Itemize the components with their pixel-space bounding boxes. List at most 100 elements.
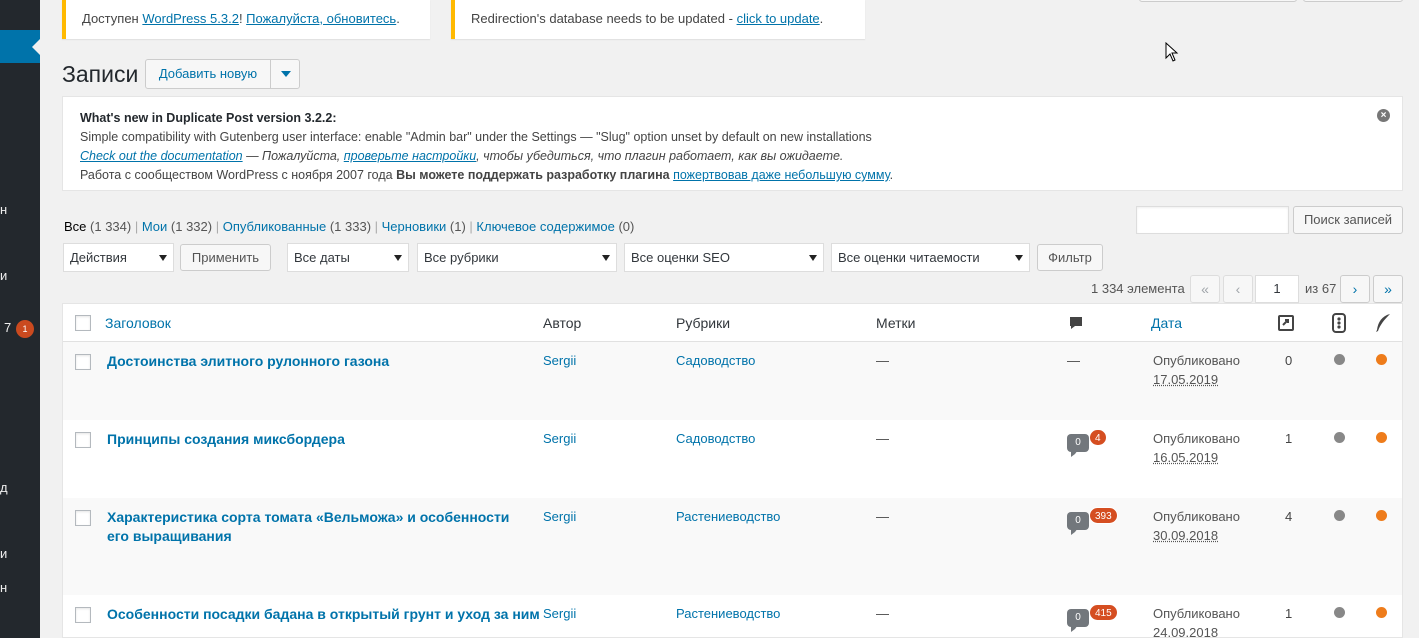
post-author-link[interactable]: Sergii xyxy=(543,509,576,524)
seo-score-dot xyxy=(1334,510,1345,521)
view-mine[interactable]: Мои xyxy=(142,219,167,234)
last-page-button[interactable]: » xyxy=(1373,275,1403,303)
current-page-input[interactable]: 1 xyxy=(1255,275,1299,303)
readability-score-dot xyxy=(1376,354,1387,365)
post-title-link[interactable]: Характеристика сорта томата «Вельможа» и… xyxy=(107,508,527,546)
bulk-actions-select[interactable]: Действия xyxy=(63,243,174,272)
sidebar-label-fragment[interactable]: н xyxy=(0,202,7,217)
post-tags: — xyxy=(876,509,889,524)
dates-filter-select[interactable]: Все даты xyxy=(287,243,409,272)
add-new-button[interactable]: Добавить новую xyxy=(145,59,271,89)
post-author-link[interactable]: Sergii xyxy=(543,431,576,446)
next-page-button[interactable]: › xyxy=(1340,275,1370,303)
filter-button[interactable]: Фильтр xyxy=(1037,244,1103,271)
notice-text: . xyxy=(396,11,400,26)
post-status-views: Все (1 334) | Мои (1 332) | Опубликованн… xyxy=(64,219,635,234)
row-checkbox[interactable] xyxy=(75,432,91,448)
post-author-link[interactable]: Sergii xyxy=(543,353,576,368)
post-status: Опубликовано xyxy=(1153,606,1240,621)
readability-score-dot xyxy=(1376,432,1387,443)
page-title: Записи xyxy=(62,61,139,87)
post-title-link[interactable]: Особенности посадки бадана в открытый гр… xyxy=(107,605,547,624)
comments-column-icon[interactable] xyxy=(1068,315,1084,334)
table-row: Принципы создания миксбордера Sergii Сад… xyxy=(63,420,1402,498)
sidebar-label-fragment[interactable]: д xyxy=(0,480,8,495)
posts-table: Заголовок Автор Рубрики Метки Дата Досто… xyxy=(62,303,1403,638)
post-category-link[interactable]: Растениеводство xyxy=(676,606,780,621)
prev-page-button: ‹ xyxy=(1223,275,1253,303)
redirection-update-link[interactable]: click to update xyxy=(737,11,820,26)
view-published[interactable]: Опубликованные xyxy=(223,219,327,234)
comment-count-bubble[interactable]: 0 xyxy=(1067,434,1089,457)
sidebar-label-fragment[interactable]: н xyxy=(0,580,7,595)
view-count: (1) xyxy=(446,219,466,234)
search-input[interactable] xyxy=(1136,206,1289,234)
post-status: Опубликовано xyxy=(1153,431,1240,446)
pending-comments-badge[interactable]: 4 xyxy=(1089,429,1107,446)
readability-filter-select[interactable]: Все оценки читаемости xyxy=(831,243,1030,272)
post-date-value: 16.05.2019 xyxy=(1153,450,1219,465)
notice-text: Доступен xyxy=(82,11,143,26)
donate-link[interactable]: пожертвовав даже небольшую сумму xyxy=(673,168,890,182)
view-count: (1 332) xyxy=(167,219,213,234)
post-category-link[interactable]: Растениеводство xyxy=(676,509,780,524)
notice-text: . xyxy=(819,11,824,26)
post-date-value: 30.09.2018 xyxy=(1153,528,1219,543)
add-new-dropdown-toggle[interactable] xyxy=(270,59,300,89)
wp-version-link[interactable]: WordPress 5.3.2 xyxy=(142,11,239,26)
post-category-link[interactable]: Садоводство xyxy=(676,353,755,368)
settings-link[interactable]: проверьте настройки xyxy=(344,149,476,163)
notice-text: Redirection's database needs to be updat… xyxy=(471,11,737,26)
post-status: Опубликовано xyxy=(1153,353,1240,368)
links-column-icon xyxy=(1276,313,1296,336)
items-count: 1 334 элемента xyxy=(1091,281,1185,296)
post-title-link[interactable]: Принципы создания миксбордера xyxy=(107,430,527,449)
row-checkbox[interactable] xyxy=(75,607,91,623)
comment-count-bubble[interactable]: 0 xyxy=(1067,512,1089,535)
readability-column-icon xyxy=(1374,313,1392,336)
sidebar-item-posts[interactable] xyxy=(0,30,40,63)
comment-count-bubble[interactable]: 0 xyxy=(1067,609,1089,632)
seo-filter-select[interactable]: Все оценки SEO xyxy=(624,243,824,272)
redirection-notice: Redirection's database needs to be updat… xyxy=(451,0,865,39)
apply-button[interactable]: Применить xyxy=(180,244,271,271)
wp-update-link[interactable]: Пожалуйста, обновитесь xyxy=(246,11,396,26)
post-category-link[interactable]: Садоводство xyxy=(676,431,755,446)
post-author-link[interactable]: Sergii xyxy=(543,606,576,621)
sidebar-label-fragment[interactable]: и xyxy=(0,546,7,561)
view-cornerstone[interactable]: Ключевое содержимое xyxy=(476,219,614,234)
row-checkbox[interactable] xyxy=(75,354,91,370)
sidebar-label-fragment[interactable]: 7 xyxy=(4,320,11,335)
post-links-count: 1 xyxy=(1285,606,1293,621)
help-button[interactable] xyxy=(1303,0,1403,2)
admin-sidebar: н и 7 1 д и н xyxy=(0,0,40,638)
pending-comments-badge[interactable]: 393 xyxy=(1089,507,1118,524)
view-all[interactable]: Все xyxy=(64,219,86,234)
post-title-link[interactable]: Достоинства элитного рулонного газона xyxy=(107,352,527,371)
notice-text: — Пожалуйста, xyxy=(242,149,344,163)
sidebar-label-fragment[interactable]: и xyxy=(0,268,7,283)
select-all-checkbox[interactable] xyxy=(75,315,91,331)
view-count: (1 333) xyxy=(326,219,372,234)
column-tags-header: Метки xyxy=(876,315,916,331)
view-count: (0) xyxy=(614,219,635,234)
seo-score-dot xyxy=(1334,432,1345,443)
category-filter-select[interactable]: Все рубрики xyxy=(417,243,617,272)
column-date-header[interactable]: Дата xyxy=(1151,315,1182,331)
post-links-count: 1 xyxy=(1285,431,1293,446)
post-date-value: 24.09.2018 xyxy=(1153,625,1219,638)
documentation-link[interactable]: Check out the documentation xyxy=(80,149,243,163)
post-status: Опубликовано xyxy=(1153,509,1240,524)
readability-score-dot xyxy=(1376,607,1387,618)
notice-line: Check out the documentation — Пожалуйста… xyxy=(80,147,1385,166)
readability-score-dot xyxy=(1376,510,1387,521)
notice-line: Simple compatibility with Gutenberg user… xyxy=(80,130,872,144)
row-checkbox[interactable] xyxy=(75,510,91,526)
view-drafts[interactable]: Черновики xyxy=(382,219,447,234)
search-posts-button[interactable]: Поиск записей xyxy=(1293,206,1403,234)
column-title-header[interactable]: Заголовок xyxy=(105,315,171,331)
screen-options-button[interactable] xyxy=(1139,0,1297,2)
close-icon[interactable]: × xyxy=(1377,109,1390,122)
notice-text: Вы можете поддержать разработку плагина xyxy=(396,168,674,182)
pending-comments-badge[interactable]: 415 xyxy=(1089,604,1118,621)
